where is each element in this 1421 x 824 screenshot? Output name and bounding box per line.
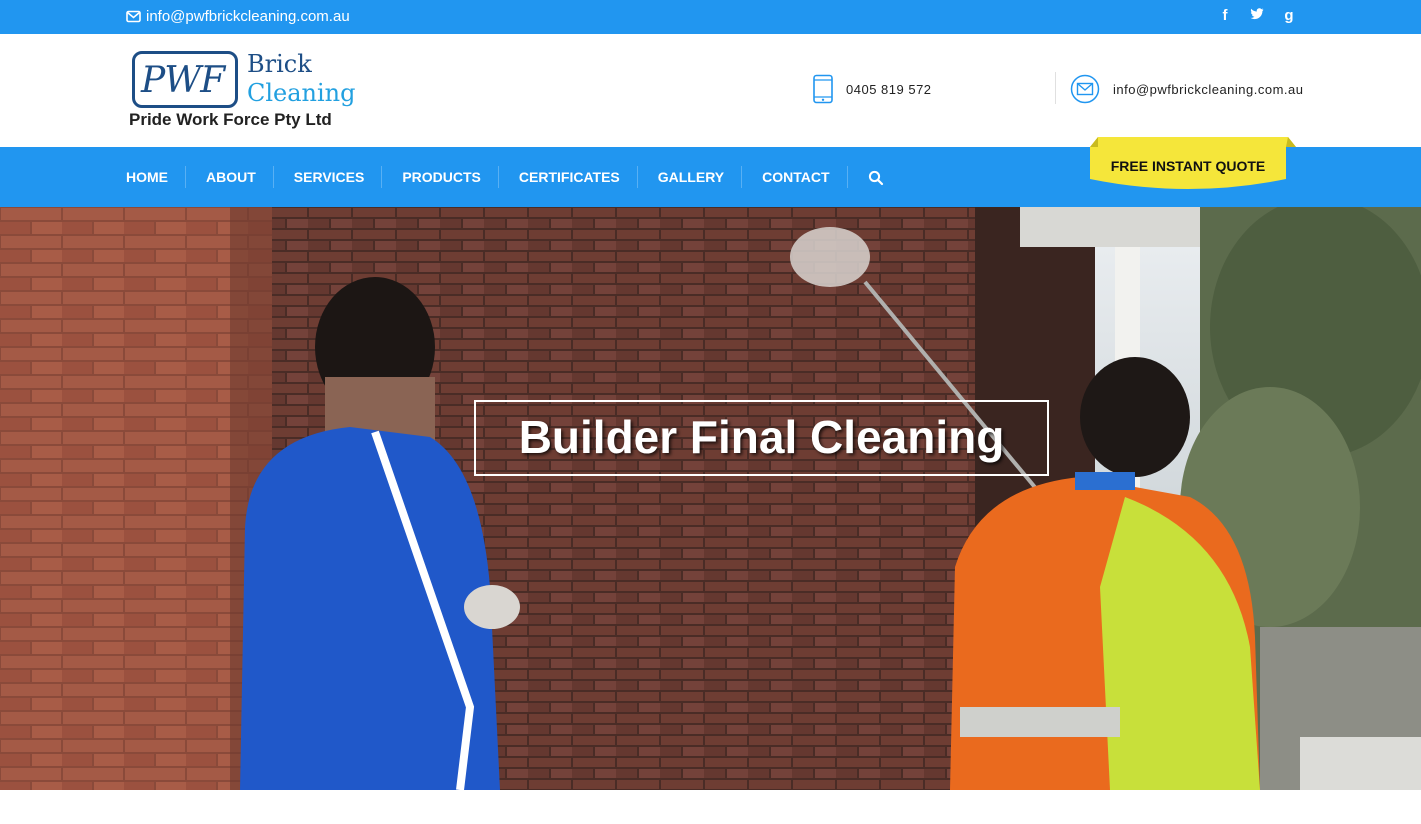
header-phone-number: 0405 819 572 — [846, 81, 932, 97]
logo-tagline: Pride Work Force Pty Ltd — [129, 110, 332, 129]
header-email-text: info@pwfbrickcleaning.com.au — [1113, 81, 1304, 97]
mobile-phone-icon — [813, 74, 833, 104]
hero-banner: Builder Final Cleaning — [0, 207, 1421, 790]
nav-separator — [272, 166, 274, 188]
nav-home[interactable]: HOME — [126, 169, 168, 185]
site-header: PWF Brick Cleaning Pride Work Force Pty … — [0, 34, 1421, 147]
nav-separator — [636, 166, 638, 188]
nav-gallery[interactable]: GALLERY — [658, 169, 724, 185]
hero-title-frame: Builder Final Cleaning — [474, 400, 1049, 476]
header-email[interactable]: info@pwfbrickcleaning.com.au — [1070, 74, 1304, 104]
nav-about[interactable]: ABOUT — [206, 169, 256, 185]
logo-monogram: PWF — [141, 60, 225, 101]
hero-photo — [0, 207, 1421, 790]
logo-word-cleaning: Cleaning — [247, 79, 356, 107]
top-bar: info@pwfbrickcleaning.com.au f g — [0, 0, 1421, 34]
hero-title: Builder Final Cleaning — [518, 411, 1005, 463]
social-links: f g — [1218, 7, 1296, 25]
nav-certificates[interactable]: CERTIFICATES — [519, 169, 620, 185]
mail-circle-icon — [1070, 74, 1100, 104]
nav-separator — [381, 166, 383, 188]
topbar-email-link[interactable]: info@pwfbrickcleaning.com.au — [126, 8, 350, 25]
nav-separator — [846, 166, 848, 188]
header-phone[interactable]: 0405 819 572 — [812, 74, 932, 104]
nav-contact[interactable]: CONTACT — [762, 169, 829, 185]
logo-word-brick: Brick — [247, 50, 312, 78]
header-divider — [1055, 72, 1056, 104]
free-quote-button[interactable]: FREE INSTANT QUOTE — [1090, 137, 1296, 192]
facebook-icon[interactable]: f — [1218, 7, 1232, 25]
nav-separator — [185, 166, 186, 188]
nav-separator — [741, 166, 743, 188]
free-quote-label: FREE INSTANT QUOTE — [1110, 158, 1266, 174]
search-icon[interactable] — [868, 170, 884, 186]
topbar-email-text: info@pwfbrickcleaning.com.au — [146, 8, 350, 25]
nav-services[interactable]: SERVICES — [294, 169, 365, 185]
twitter-icon[interactable] — [1250, 7, 1264, 25]
nav-separator — [497, 166, 499, 188]
site-logo[interactable]: PWF Brick Cleaning Pride Work Force Pty … — [128, 50, 364, 132]
nav-products[interactable]: PRODUCTS — [402, 169, 481, 185]
google-plus-icon[interactable]: g — [1282, 7, 1296, 25]
envelope-icon — [126, 10, 141, 23]
logo-monogram-box: PWF — [132, 51, 238, 108]
